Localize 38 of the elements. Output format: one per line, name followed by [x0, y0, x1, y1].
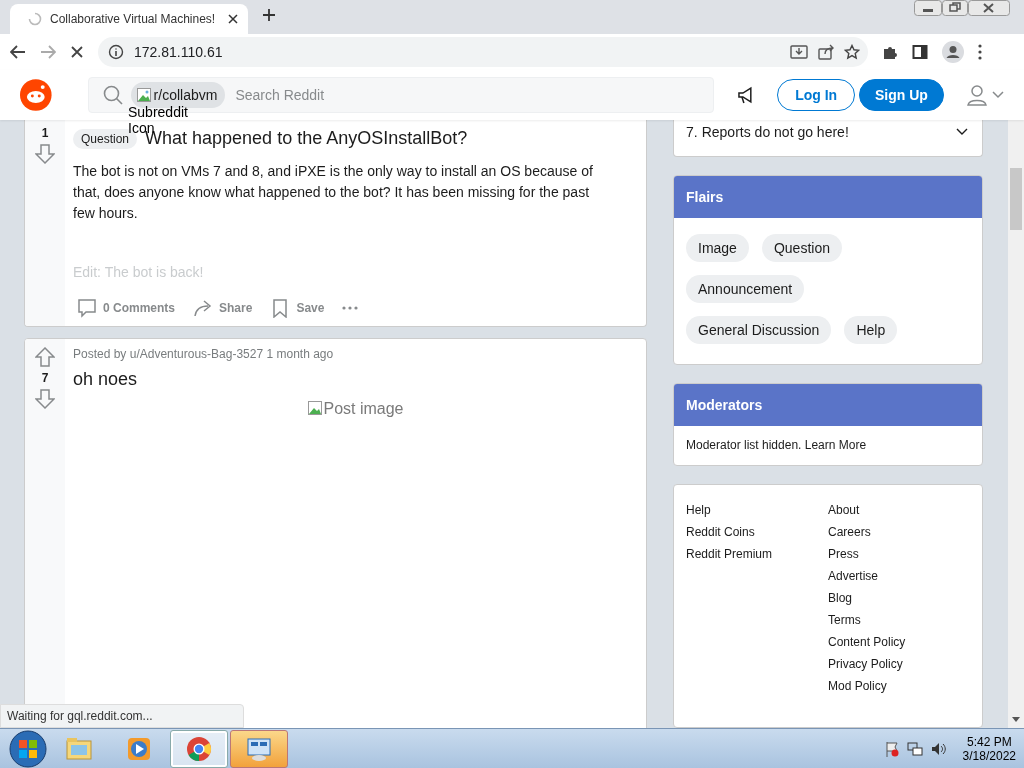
flair-tag[interactable]: General Discussion: [686, 315, 832, 344]
search-field[interactable]: Search Reddit: [233, 86, 713, 104]
footer-link[interactable]: Privacy Policy: [828, 653, 970, 676]
clock-date: 3/18/2022: [962, 748, 1016, 763]
flair-tag[interactable]: Help: [844, 315, 898, 344]
footer-link[interactable]: Advertise: [828, 565, 970, 588]
clock-time: 5:42 PM: [966, 734, 1012, 749]
rule-text: Reports do not go here!: [701, 124, 850, 140]
footer-link[interactable]: Reddit Coins: [686, 521, 828, 544]
login-button[interactable]: Log In: [777, 79, 855, 111]
browser-tab[interactable]: Collaborative Virtual Machines!: [10, 4, 248, 34]
footer-link[interactable]: Blog: [828, 587, 970, 610]
footer-link[interactable]: About: [828, 499, 970, 522]
vote-count: 1: [41, 126, 49, 140]
signup-button[interactable]: Sign Up: [858, 79, 944, 111]
post-body: The bot is not on VMs 7 and 8, and iPXE is the only way to install an OS because of that, does anyone know what happened to the bot? It has been missing for the past few hours.: [73, 162, 594, 223]
post-title[interactable]: oh noes: [73, 369, 138, 390]
footer-link[interactable]: Careers: [828, 521, 970, 544]
moderator-note: Moderator list hidden. Learn More: [685, 436, 868, 454]
card-header: Moderators: [674, 383, 982, 426]
post-meta: Posted by u/Adventurous-Bag-3527 1 month ago: [73, 347, 335, 361]
footer-link[interactable]: Reddit Premium: [686, 543, 828, 566]
flair-tag[interactable]: Question: [761, 233, 842, 262]
footer-link[interactable]: Content Policy: [828, 631, 970, 654]
learn-more-link[interactable]: Learn More: [804, 437, 867, 452]
footer-link[interactable]: Help: [686, 499, 828, 522]
vote-count: 7: [41, 371, 49, 385]
flair-tag[interactable]: Image: [686, 233, 749, 262]
rule-number: 7.: [686, 124, 698, 140]
footer-link[interactable]: Press: [828, 543, 970, 566]
image-alt-text: Post image: [323, 400, 404, 418]
footer-link[interactable]: Terms: [828, 609, 970, 632]
flair-tag[interactable]: Announcement: [686, 274, 805, 303]
footer-link[interactable]: Mod Policy: [828, 675, 970, 698]
card-header: Flairs: [674, 175, 982, 218]
status-bubble: Waiting for gql.reddit.com...: [0, 704, 244, 728]
comment-button[interactable]: 0 Comments: [77, 298, 176, 318]
rule-card[interactable]: 7. Reports do not go here!: [673, 120, 983, 157]
